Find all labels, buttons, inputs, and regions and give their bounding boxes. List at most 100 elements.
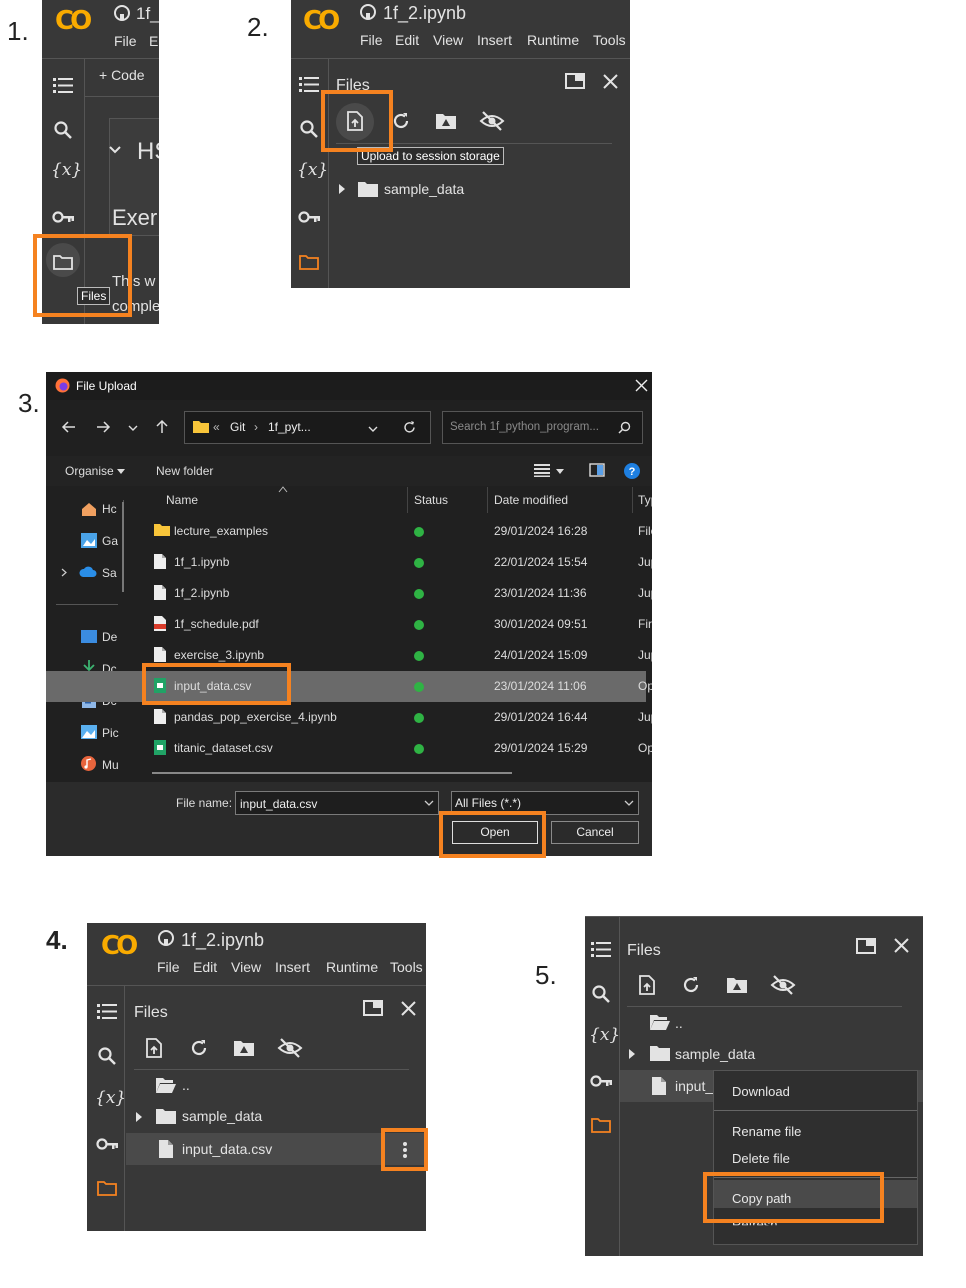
menu-edit[interactable]: Edit	[193, 959, 217, 975]
new-folder-button[interactable]: New folder	[156, 464, 213, 478]
close-icon[interactable]	[603, 74, 618, 89]
file-row[interactable]: 1f_1.ipynb 22/01/2024 15:54 Jup	[46, 547, 652, 578]
menu-tools[interactable]: Tools	[390, 959, 423, 975]
colab-logo[interactable]: CO	[303, 6, 340, 36]
menu-file[interactable]: File	[114, 33, 137, 49]
file-row[interactable]: exercise_3.ipynb 24/01/2024 15:09 Jup	[46, 640, 652, 671]
search-icon[interactable]	[98, 1047, 116, 1065]
menu-runtime[interactable]: Runtime	[527, 32, 579, 48]
file-row[interactable]: 1f_2.ipynb 23/01/2024 11:36 Jup	[46, 578, 652, 609]
hide-files-icon[interactable]	[479, 111, 505, 131]
forward-arrow-icon[interactable]	[96, 421, 111, 433]
notebook-title[interactable]: 1f_2.ipynb	[181, 930, 264, 951]
menu-delete-file[interactable]: Delete file	[732, 1151, 790, 1166]
colab-logo[interactable]: CO	[101, 931, 138, 961]
search-icon[interactable]	[592, 985, 610, 1003]
path-git[interactable]: Git	[230, 420, 245, 434]
cancel-button[interactable]: Cancel	[551, 821, 639, 844]
menu-runtime[interactable]: Runtime	[326, 959, 378, 975]
menu-download[interactable]: Download	[732, 1084, 790, 1099]
column-date-modified[interactable]: Date modified	[494, 493, 568, 507]
file-row[interactable]: lecture_examples 29/01/2024 16:28 File	[46, 516, 652, 547]
sample-data-folder[interactable]: sample_data	[384, 181, 464, 197]
chevron-down-icon[interactable]	[424, 800, 434, 806]
mount-drive-icon[interactable]	[233, 1039, 255, 1057]
chevron-down-icon[interactable]	[128, 425, 138, 431]
menu-view[interactable]: View	[433, 32, 463, 48]
expand-arrow-icon[interactable]	[628, 1049, 636, 1059]
column-type[interactable]: Typ	[638, 493, 652, 507]
menu-rename-file[interactable]: Rename file	[732, 1124, 801, 1139]
colab-logo[interactable]: CO	[55, 6, 92, 36]
close-icon[interactable]	[635, 379, 648, 392]
hide-files-icon[interactable]	[277, 1038, 303, 1058]
toc-icon[interactable]	[591, 941, 611, 959]
toc-icon[interactable]	[97, 1003, 117, 1021]
toc-icon[interactable]	[53, 77, 73, 95]
organise-menu[interactable]: Organise	[65, 464, 114, 478]
parent-directory[interactable]: ..	[182, 1077, 190, 1093]
maximize-icon[interactable]	[363, 1000, 383, 1016]
file-row[interactable]: titanic_dataset.csv 29/01/2024 15:29 Op	[46, 733, 652, 764]
file-row[interactable]: 1f_schedule.pdf 30/01/2024 09:51 Fir	[46, 609, 652, 640]
notebook-title[interactable]: 1f_	[136, 4, 159, 24]
expand-arrow-icon[interactable]	[338, 184, 346, 194]
sample-data-folder[interactable]: sample_data	[182, 1108, 262, 1124]
horizontal-scrollbar[interactable]	[152, 772, 512, 774]
menu-view[interactable]: View	[231, 959, 261, 975]
up-arrow-icon[interactable]	[156, 419, 168, 434]
preview-pane-icon[interactable]	[589, 463, 605, 477]
help-icon[interactable]: ?	[624, 463, 640, 479]
input-data-file[interactable]: input_data.csv	[182, 1141, 272, 1157]
menu-insert[interactable]: Insert	[275, 959, 310, 975]
mount-drive-icon[interactable]	[726, 976, 748, 994]
nav-home[interactable]: Hc	[102, 502, 117, 516]
secrets-key-icon[interactable]	[52, 210, 74, 224]
upload-icon[interactable]	[146, 1038, 162, 1058]
hide-files-icon[interactable]	[770, 975, 796, 995]
mount-drive-icon[interactable]	[435, 112, 457, 130]
refresh-icon[interactable]	[392, 112, 410, 130]
parent-directory[interactable]: ..	[675, 1015, 683, 1031]
menu-edit[interactable]: Edit	[395, 32, 419, 48]
maximize-icon[interactable]	[565, 73, 585, 89]
variables-icon[interactable]: {x}	[95, 1088, 126, 1108]
column-name[interactable]: Name	[166, 493, 198, 507]
variables-icon[interactable]: {x}	[51, 160, 82, 180]
notebook-title[interactable]: 1f_2.ipynb	[383, 3, 466, 24]
file-row[interactable]: pandas_pop_exercise_4.ipynb 29/01/2024 16…	[46, 702, 652, 733]
variables-icon[interactable]: {x}	[297, 160, 328, 180]
variables-icon[interactable]: {x}	[589, 1025, 620, 1045]
back-arrow-icon[interactable]	[61, 421, 76, 433]
folder-icon[interactable]	[97, 1180, 117, 1196]
chevron-down-icon[interactable]	[624, 800, 634, 806]
chevron-down-icon[interactable]	[109, 146, 121, 154]
path-folder[interactable]: 1f_pyt...	[268, 420, 311, 434]
menu-insert[interactable]: Insert	[477, 32, 512, 48]
upload-icon[interactable]	[639, 975, 655, 995]
secrets-key-icon[interactable]	[298, 210, 320, 224]
toc-icon[interactable]	[299, 76, 319, 94]
expand-arrow-icon[interactable]	[135, 1112, 143, 1122]
search-icon[interactable]	[300, 120, 318, 138]
close-icon[interactable]	[894, 938, 909, 953]
menu-tools[interactable]: Tools	[593, 32, 626, 48]
close-icon[interactable]	[401, 1001, 416, 1016]
refresh-icon[interactable]	[682, 976, 700, 994]
refresh-icon[interactable]	[403, 421, 416, 434]
input-data-file[interactable]: input_	[675, 1078, 713, 1094]
column-status[interactable]: Status	[414, 493, 448, 507]
add-code-button[interactable]: + Code	[99, 67, 145, 83]
menu-file[interactable]: File	[360, 32, 383, 48]
secrets-key-icon[interactable]	[96, 1137, 118, 1151]
sample-data-folder[interactable]: sample_data	[675, 1046, 755, 1062]
menu-file[interactable]: File	[157, 959, 180, 975]
chevron-down-icon[interactable]	[556, 469, 564, 474]
search-icon[interactable]	[54, 121, 72, 139]
refresh-icon[interactable]	[190, 1039, 208, 1057]
maximize-icon[interactable]	[856, 938, 876, 954]
secrets-key-icon[interactable]	[590, 1074, 612, 1088]
search-icon[interactable]	[618, 421, 631, 434]
file-row[interactable]: input_data.csv 23/01/2024 11:06 Op	[46, 671, 652, 702]
view-options-icon[interactable]	[534, 464, 550, 477]
